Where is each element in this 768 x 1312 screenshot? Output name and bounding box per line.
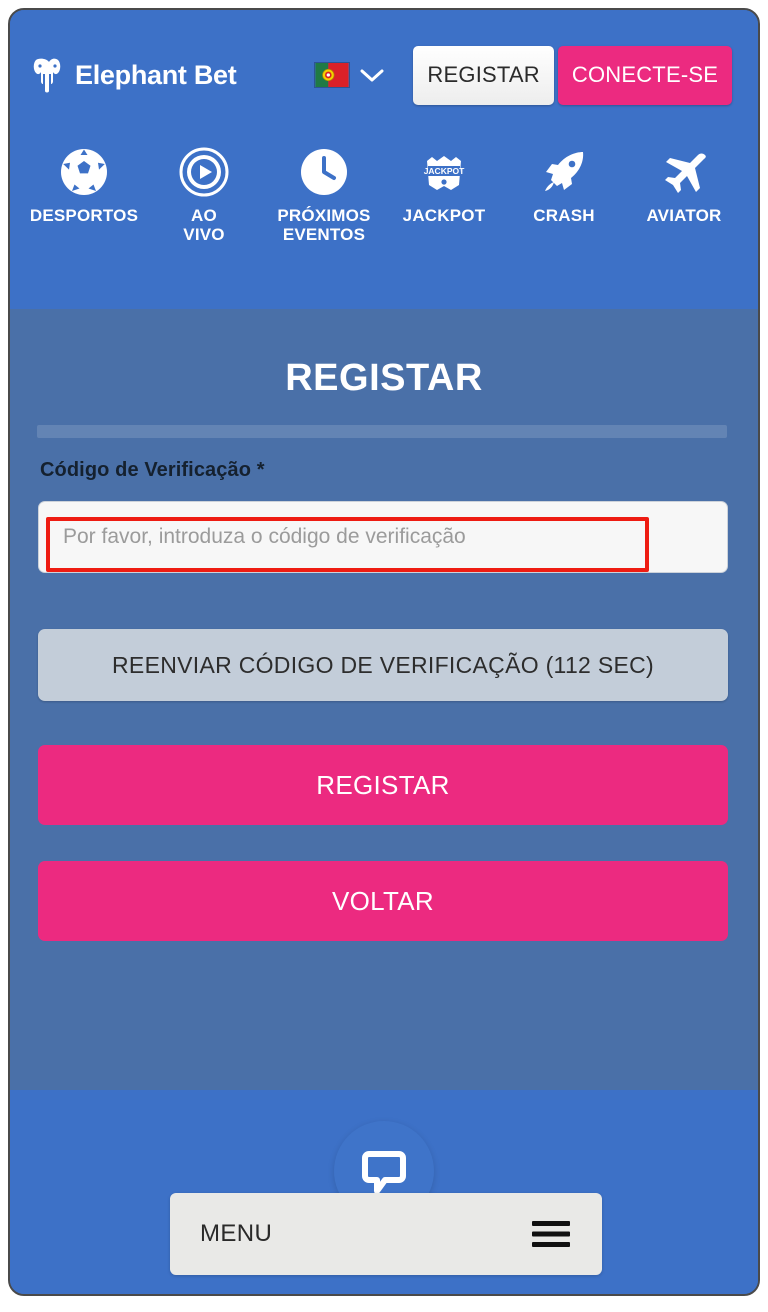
submit-register-button[interactable]: REGISTAR [38, 745, 728, 825]
nav-label: JACKPOT [402, 206, 486, 225]
portugal-flag-icon [314, 62, 351, 88]
nav-label: PRÓXIMOS EVENTOS [277, 206, 371, 245]
menu-bar[interactable]: MENU [170, 1193, 602, 1275]
header-actions: REGISTAR CONECTE-SE [413, 45, 733, 105]
top-bar: Elephant Bet REGISTAR CONECTE-SE [10, 10, 758, 140]
nav-item-proximos-eventos[interactable]: PRÓXIMOS EVENTOS [264, 145, 384, 244]
menu-label: MENU [200, 1220, 273, 1247]
chat-bubble-icon [362, 1151, 406, 1194]
nav-item-crash[interactable]: CRASH [504, 145, 624, 225]
soccer-ball-icon [59, 145, 109, 199]
footer-zone: MENU [10, 1090, 758, 1294]
page-title: REGISTAR [285, 357, 483, 399]
brand-logo[interactable]: Elephant Bet [32, 57, 237, 93]
nav-label: AVIATOR [646, 206, 722, 225]
registration-panel: REGISTAR Código de Verificação * REENVIA… [10, 309, 758, 1090]
nav-item-jackpot[interactable]: JACKPOT JACKPOT [384, 145, 504, 225]
nav-item-ao-vivo[interactable]: AO VIVO [144, 145, 264, 244]
nav-item-desportos[interactable]: DESPORTOS [24, 145, 144, 225]
nav-label: CRASH [533, 206, 595, 225]
airplane-icon [659, 145, 709, 199]
clock-icon [299, 145, 349, 199]
elephant-icon [33, 58, 61, 93]
hamburger-menu-icon[interactable] [530, 1218, 572, 1250]
rocket-icon [539, 145, 589, 199]
back-button[interactable]: VOLTAR [38, 861, 728, 941]
header-register-button[interactable]: REGISTAR [413, 45, 554, 105]
verification-code-input[interactable] [38, 501, 728, 573]
verification-code-label: Código de Verificação * [40, 459, 265, 481]
app-header: Elephant Bet REGISTAR CONECTE-SE DESPORT… [10, 10, 758, 309]
play-circle-icon [179, 145, 229, 199]
language-selector[interactable] [314, 62, 385, 88]
phone-frame: Elephant Bet REGISTAR CONECTE-SE DESPORT… [8, 8, 760, 1296]
brand-name: Elephant Bet [75, 59, 237, 90]
svg-text:JACKPOT: JACKPOT [424, 166, 465, 176]
resend-code-button[interactable]: REENVIAR CÓDIGO DE VERIFICAÇÃO (112 SEC) [38, 629, 728, 701]
section-divider [37, 425, 727, 438]
chevron-down-icon [360, 69, 384, 81]
nav-item-aviator[interactable]: AVIATOR [624, 145, 744, 225]
jackpot-badge-icon: JACKPOT [419, 145, 469, 199]
primary-nav: DESPORTOS AO VIVO PRÓXIMOS EVENTOS JACKP… [10, 145, 758, 305]
nav-label: DESPORTOS [29, 206, 139, 225]
nav-label: AO VIVO [183, 206, 225, 245]
header-login-button[interactable]: CONECTE-SE [557, 45, 733, 105]
